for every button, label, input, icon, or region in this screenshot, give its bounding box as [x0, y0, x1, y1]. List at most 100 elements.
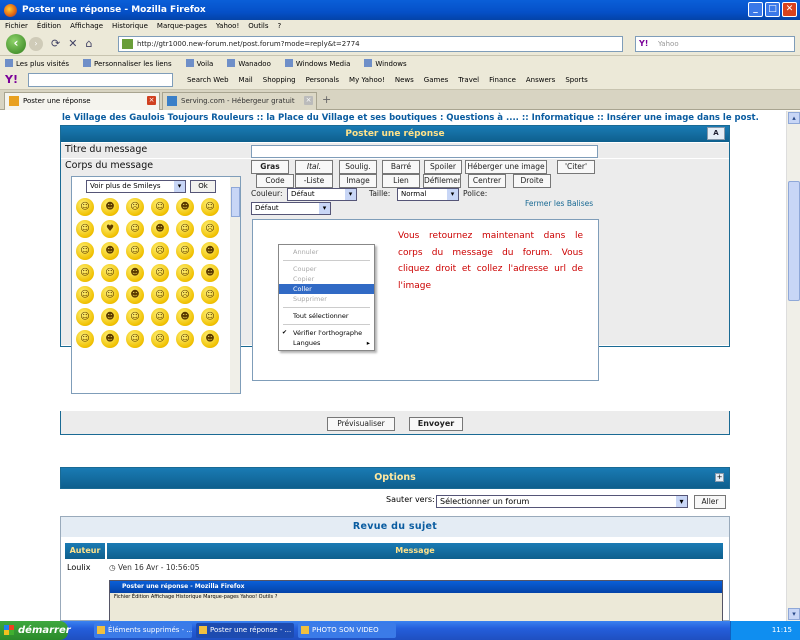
smiley-icon[interactable]: ☻ [201, 242, 219, 260]
ctx-delete[interactable]: Supprimer [279, 294, 374, 304]
smiley-icon[interactable]: ☺ [126, 242, 144, 260]
underline-button[interactable]: Soulig. [339, 160, 377, 174]
yahoo-personals[interactable]: Personals [306, 76, 339, 84]
smiley-icon[interactable]: ☹ [126, 198, 144, 216]
yahoo-games[interactable]: Games [424, 76, 449, 84]
marquee-button[interactable]: Défilement [423, 174, 461, 188]
menu-item-help[interactable]: ? [278, 22, 282, 30]
bold-button[interactable]: Gras [251, 160, 289, 174]
font-select[interactable]: Défaut [251, 202, 331, 215]
ctx-spellcheck[interactable]: Vérifier l'orthographe [279, 328, 374, 338]
scroll-down-icon[interactable]: ▾ [788, 608, 800, 620]
smiley-icon[interactable]: ☺ [76, 330, 94, 348]
url-bar[interactable]: http://gtr1000.new-forum.net/post.forum?… [118, 36, 623, 52]
smiley-icon[interactable]: ☺ [176, 220, 194, 238]
smiley-icon[interactable]: ☺ [101, 264, 119, 282]
bookmark-voila[interactable]: Voila [186, 59, 214, 68]
bookmark-most-visited[interactable]: Les plus visités [5, 59, 69, 68]
smiley-icon[interactable]: ☹ [201, 220, 219, 238]
link-button[interactable]: Lien [382, 174, 420, 188]
stop-icon[interactable]: ✕ [68, 37, 77, 50]
home-icon[interactable]: ⌂ [85, 37, 92, 50]
smiley-icon[interactable]: ☺ [151, 286, 169, 304]
smiley-icon[interactable]: ☺ [76, 220, 94, 238]
menu-item-edit[interactable]: Édition [37, 22, 61, 30]
smiley-icon[interactable]: ☺ [76, 242, 94, 260]
yahoo-mail[interactable]: Mail [239, 76, 253, 84]
task-firefox[interactable]: Poster une réponse - ... [196, 623, 294, 638]
ctx-cut[interactable]: Couper [279, 264, 374, 274]
yahoo-finance[interactable]: Finance [489, 76, 516, 84]
smiley-icon[interactable]: ☺ [201, 286, 219, 304]
smiley-icon[interactable]: ☺ [176, 264, 194, 282]
menu-item-bookmarks[interactable]: Marque-pages [157, 22, 207, 30]
smiley-icon[interactable]: ☺ [201, 308, 219, 326]
smiley-icon[interactable]: ☺ [201, 198, 219, 216]
smiley-icon[interactable]: ☺ [126, 308, 144, 326]
smiley-icon[interactable]: ☻ [101, 308, 119, 326]
smiley-select[interactable]: Voir plus de Smileys [86, 180, 186, 193]
title-input[interactable] [251, 145, 598, 158]
page-scrollbar[interactable]: ▴ ▾ [786, 111, 800, 621]
search-box[interactable]: Y! Yahoo [635, 36, 795, 52]
smiley-icon[interactable]: ☺ [176, 242, 194, 260]
bookmark-customize-links[interactable]: Personnaliser les liens [83, 59, 172, 68]
back-button[interactable]: ‹ [6, 33, 26, 54]
smiley-icon[interactable]: ☻ [201, 330, 219, 348]
smiley-icon[interactable]: ☹ [176, 286, 194, 304]
smiley-icon[interactable]: ☻ [101, 198, 119, 216]
menu-item-file[interactable]: Fichier [5, 22, 28, 30]
smiley-icon[interactable]: ☺ [126, 220, 144, 238]
scroll-thumb[interactable] [788, 181, 800, 301]
smiley-icon[interactable]: ☻ [176, 308, 194, 326]
start-button[interactable]: démarrer [0, 621, 71, 640]
task-photo-son-video[interactable]: PHOTO SON VIDEO [298, 623, 396, 638]
close-tab-icon[interactable]: × [147, 96, 156, 105]
smiley-icon[interactable]: ☻ [176, 198, 194, 216]
yahoo-search-web[interactable]: Search Web [187, 76, 229, 84]
yahoo-news[interactable]: News [395, 76, 414, 84]
task-deleted-items[interactable]: Éléments supprimés - ... [94, 623, 192, 638]
bookmark-wanadoo[interactable]: Wanadoo [227, 59, 271, 68]
ctx-select-all[interactable]: Tout sélectionner [279, 311, 374, 321]
smiley-icon[interactable]: ☻ [126, 286, 144, 304]
smiley-icon[interactable]: ☺ [76, 264, 94, 282]
smiley-icon[interactable]: ☹ [151, 264, 169, 282]
ctx-copy[interactable]: Copier [279, 274, 374, 284]
smiley-icon[interactable]: ☺ [76, 198, 94, 216]
ctx-languages[interactable]: Langues [279, 338, 374, 348]
forum-jump-select[interactable]: Sélectionner un forum [436, 495, 688, 508]
spoiler-button[interactable]: Spoiler [424, 160, 462, 174]
smiley-icon[interactable]: ☺ [176, 330, 194, 348]
tab-serving[interactable]: Serving.com - Hébergeur gratuit d'ima...… [162, 92, 317, 121]
smiley-icon[interactable]: ☻ [101, 330, 119, 348]
scroll-up-icon[interactable]: ▴ [788, 112, 800, 124]
menu-item-view[interactable]: Affichage [70, 22, 103, 30]
code-button[interactable]: Code [256, 174, 294, 188]
italic-button[interactable]: Ital. [295, 160, 333, 174]
smiley-ok-button[interactable]: Ok [190, 180, 216, 193]
yahoo-answers[interactable]: Answers [526, 76, 555, 84]
minimize-button[interactable]: _ [748, 2, 763, 17]
smiley-icon[interactable]: ☹ [151, 330, 169, 348]
quote-button[interactable]: 'Citer' [557, 160, 595, 174]
smiley-scrollbar[interactable] [230, 177, 240, 393]
smiley-icon[interactable]: ♥ [101, 220, 119, 238]
tab-post-reply[interactable]: Poster une réponse × [4, 92, 160, 110]
smiley-icon[interactable]: ☻ [201, 264, 219, 282]
smiley-icon[interactable]: ☺ [126, 330, 144, 348]
editor-mode-toggle-icon[interactable]: A [707, 127, 725, 140]
yahoo-shopping[interactable]: Shopping [263, 76, 296, 84]
smiley-icon[interactable]: ☻ [151, 220, 169, 238]
center-button[interactable]: Centrer [468, 174, 506, 188]
yahoo-search-input[interactable] [27, 72, 173, 87]
go-button[interactable]: Aller [694, 495, 726, 509]
size-select[interactable]: Normal [397, 188, 459, 201]
bookmark-windows-media[interactable]: Windows Media [285, 59, 351, 68]
breadcrumb[interactable]: le Village des Gaulois Toujours Rouleurs… [62, 113, 759, 123]
yahoo-travel[interactable]: Travel [458, 76, 479, 84]
smiley-icon[interactable]: ☺ [151, 198, 169, 216]
host-image-button[interactable]: Héberger une image [465, 160, 547, 174]
image-button[interactable]: Image [339, 174, 377, 188]
close-tags-link[interactable]: Fermer les Balises [525, 199, 593, 208]
